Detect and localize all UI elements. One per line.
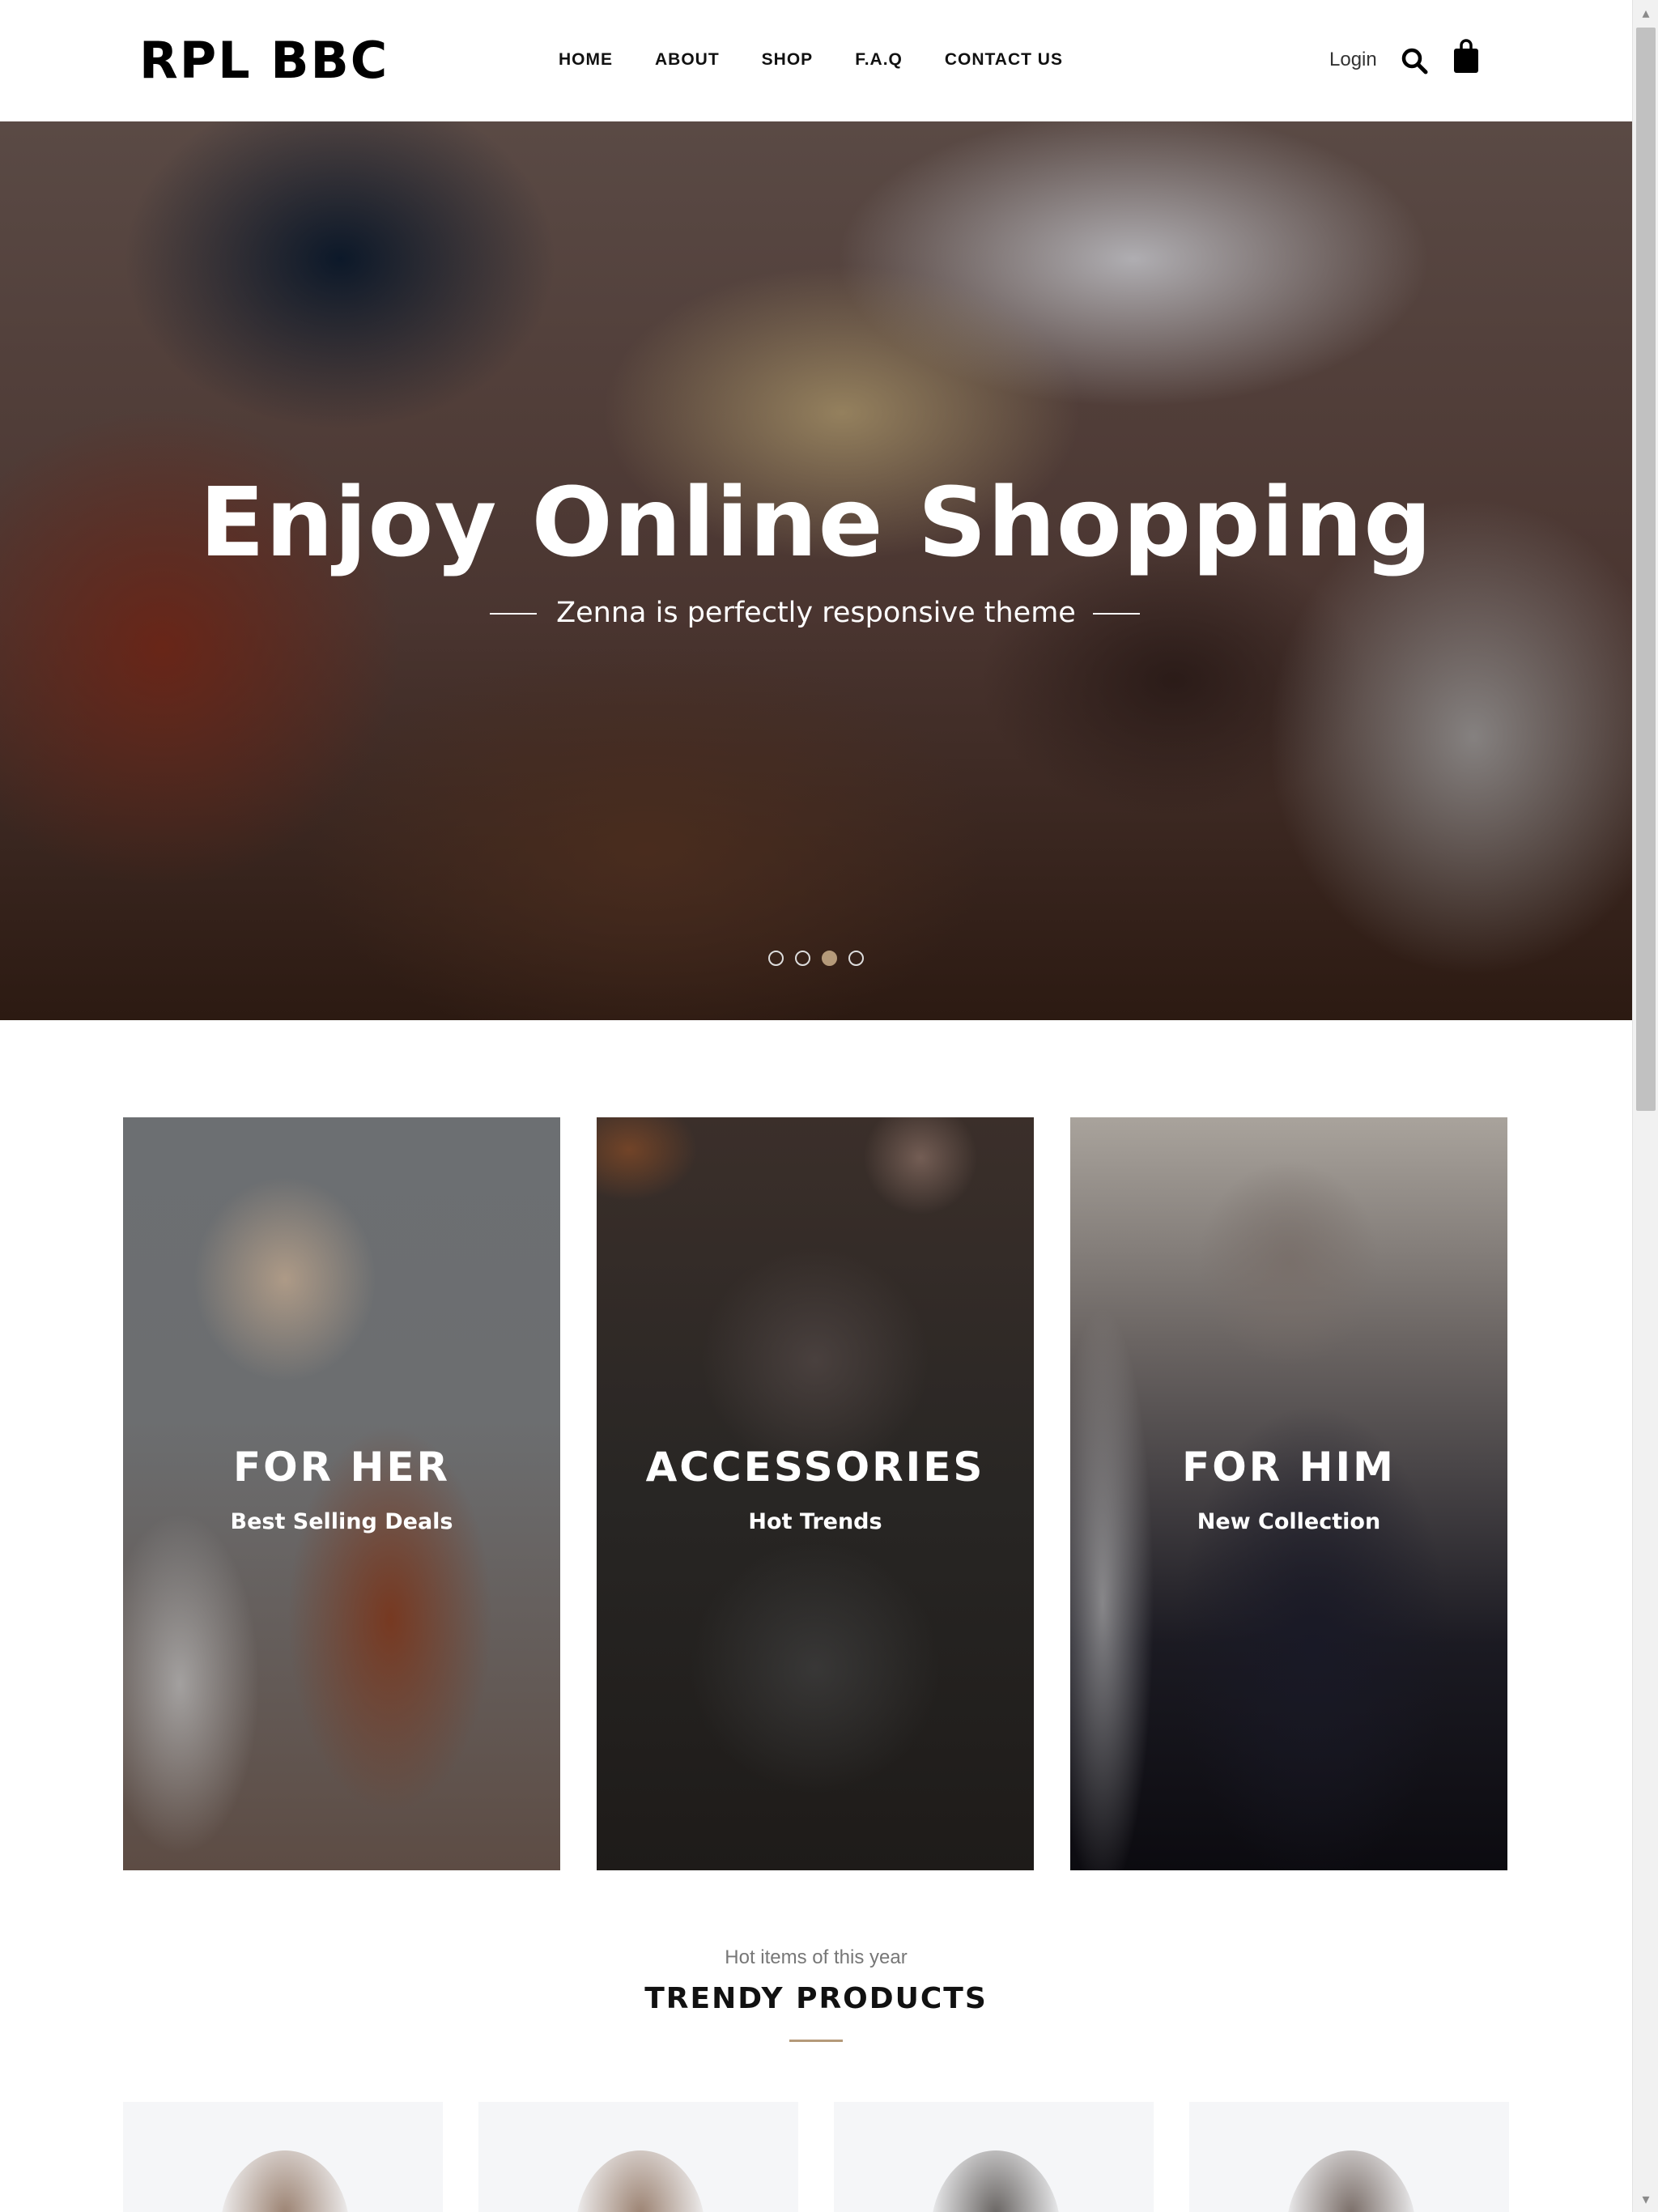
main-nav: HOME ABOUT SHOP F.A.Q CONTACT US (559, 45, 1063, 74)
product-image (220, 2150, 350, 2212)
nav-home[interactable]: HOME (559, 45, 613, 74)
page-scrollbar[interactable]: ▴ ▾ (1632, 0, 1658, 2212)
hero-title: Enjoy Online Shopping (199, 466, 1433, 578)
site-header: RPL BBC HOME ABOUT SHOP F.A.Q CONTACT US… (0, 0, 1632, 121)
slider-dots (0, 951, 1632, 966)
login-link[interactable]: Login (1329, 45, 1377, 74)
section-title: TRENDY PRODUCTS (644, 1982, 988, 2015)
slider-dot-1[interactable] (768, 951, 784, 966)
search-icon[interactable] (1401, 47, 1428, 74)
category-card-accessories[interactable]: ACCESSORIES Hot Trends (597, 1117, 1034, 1870)
category-subtitle: Best Selling Deals (230, 1509, 453, 1534)
product-image (576, 2150, 705, 2212)
slider-dot-4[interactable] (848, 951, 864, 966)
slider-dot-3[interactable] (822, 951, 837, 966)
hero-slider[interactable]: Enjoy Online Shopping Zenna is perfectly… (0, 121, 1632, 1020)
scrollbar-thumb[interactable] (1636, 28, 1656, 1111)
product-card[interactable] (834, 2102, 1154, 2212)
nav-contact[interactable]: CONTACT US (945, 45, 1063, 74)
category-title: ACCESSORIES (645, 1444, 985, 1491)
hero-subtitle-line-right (1093, 613, 1140, 615)
product-card[interactable] (478, 2102, 798, 2212)
scroll-up-arrow-icon[interactable]: ▴ (1633, 0, 1658, 26)
trendy-kicker: Hot items of this year (725, 1946, 908, 1968)
category-subtitle: Hot Trends (748, 1509, 882, 1534)
category-subtitle: New Collection (1197, 1509, 1381, 1534)
category-card-for-her[interactable]: FOR HER Best Selling Deals (123, 1117, 560, 1870)
slider-dot-2[interactable] (795, 951, 810, 966)
product-image (931, 2150, 1061, 2212)
hero-subtitle: Zenna is perfectly responsive theme (556, 597, 1076, 629)
category-card-for-him[interactable]: FOR HIM New Collection (1070, 1117, 1507, 1870)
product-card[interactable] (1189, 2102, 1509, 2212)
nav-faq[interactable]: F.A.Q (855, 45, 903, 74)
scroll-down-arrow-icon[interactable]: ▾ (1633, 2186, 1658, 2212)
section-title-divider (789, 2040, 843, 2042)
nav-about[interactable]: ABOUT (655, 45, 720, 74)
product-card[interactable] (123, 2102, 443, 2212)
nav-shop[interactable]: SHOP (762, 45, 814, 74)
site-logo[interactable]: RPL BBC (139, 29, 389, 92)
category-title: FOR HER (232, 1444, 451, 1491)
product-image (1286, 2150, 1416, 2212)
shopping-bag-icon[interactable] (1452, 39, 1480, 74)
category-title: FOR HIM (1182, 1444, 1396, 1491)
